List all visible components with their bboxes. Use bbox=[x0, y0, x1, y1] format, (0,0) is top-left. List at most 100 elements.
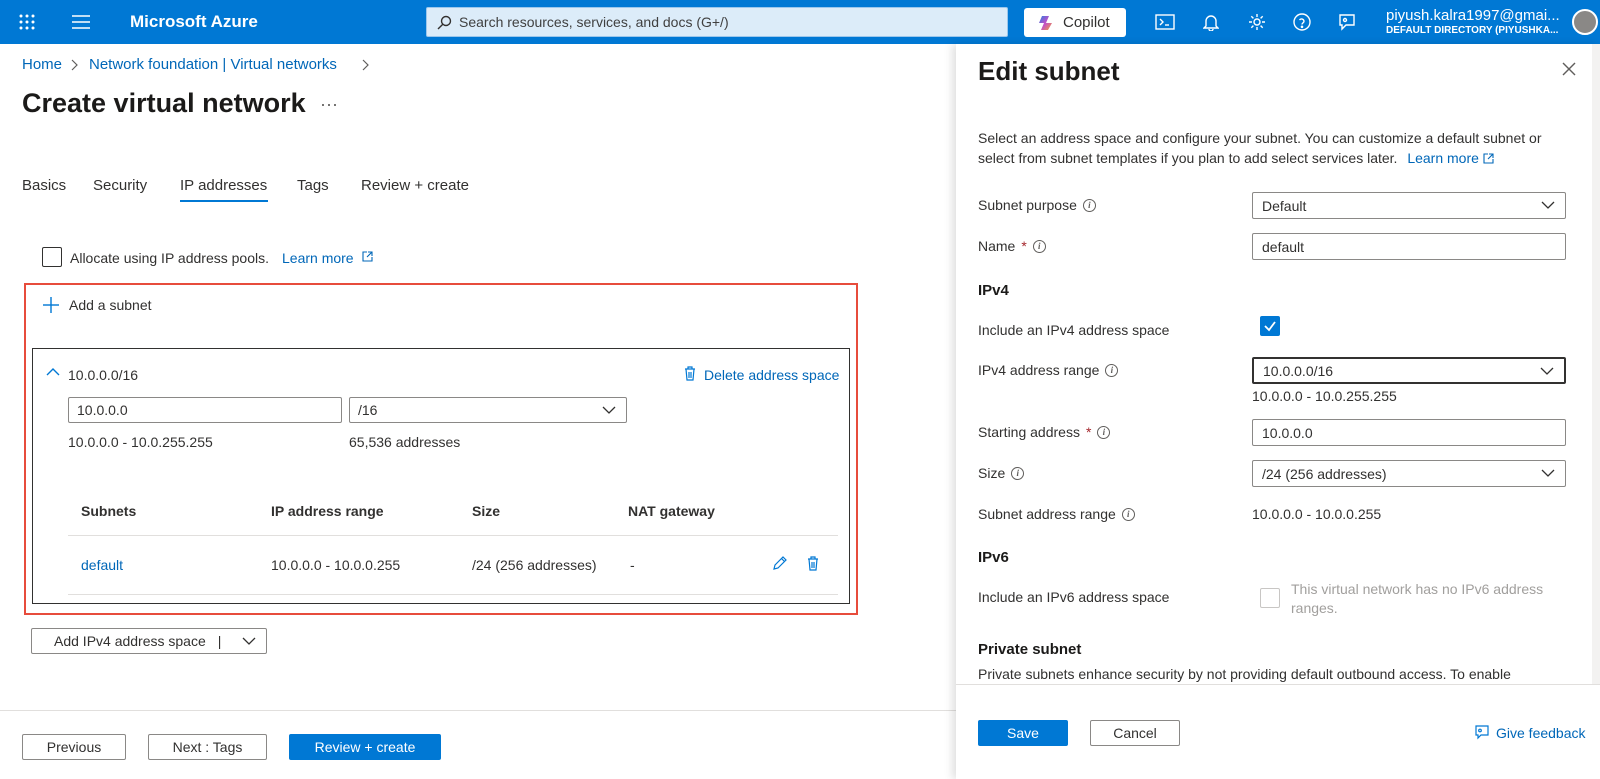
subnet-address-range-value: 10.0.0.0 - 10.0.0.255 bbox=[1252, 506, 1382, 522]
prefix-dropdown[interactable]: /16 bbox=[349, 397, 627, 423]
brand-title[interactable]: Microsoft Azure bbox=[130, 12, 258, 32]
app-launcher-icon[interactable] bbox=[14, 9, 40, 35]
notifications-bell-icon[interactable] bbox=[1198, 9, 1224, 35]
panel-learn-more-link[interactable]: Learn more bbox=[1407, 150, 1479, 166]
panel-description: Select an address space and configure yo… bbox=[978, 128, 1578, 168]
help-icon[interactable] bbox=[1289, 9, 1315, 35]
footer-divider bbox=[0, 710, 956, 711]
starting-address-label: Starting address * i bbox=[978, 424, 1111, 440]
subnet-name-link[interactable]: default bbox=[81, 557, 123, 573]
ip-pools-checkbox[interactable] bbox=[42, 247, 62, 267]
cancel-button[interactable]: Cancel bbox=[1090, 720, 1180, 746]
subnet-purpose-dropdown[interactable]: Default bbox=[1252, 192, 1566, 219]
add-subnet-button[interactable]: Add a subnet bbox=[69, 297, 152, 313]
trash-icon[interactable] bbox=[807, 556, 819, 571]
edit-subnet-panel: Edit subnet Select an address space and … bbox=[956, 44, 1600, 779]
external-link-icon bbox=[362, 251, 373, 262]
address-input[interactable]: 10.0.0.0 bbox=[68, 397, 342, 423]
address-space-cidr: 10.0.0.0/16 bbox=[68, 367, 139, 383]
ipv4-range-text: 10.0.0.0 - 10.0.255.255 bbox=[1252, 388, 1397, 404]
address-count-text: 65,536 addresses bbox=[349, 434, 461, 450]
split-separator: | bbox=[217, 633, 222, 649]
info-icon[interactable]: i bbox=[1082, 198, 1096, 212]
account-info[interactable]: piyush.kalra1997@gmai... DEFAULT DIRECTO… bbox=[1386, 7, 1562, 36]
chevron-up-icon[interactable] bbox=[46, 367, 60, 376]
user-email: piyush.kalra1997@gmai... bbox=[1386, 7, 1560, 24]
tab-basics[interactable]: Basics bbox=[22, 177, 66, 194]
ipv4-range-label: IPv4 address range i bbox=[978, 362, 1119, 378]
required-mark: * bbox=[1021, 238, 1027, 254]
info-icon[interactable]: i bbox=[1011, 466, 1025, 480]
trash-icon[interactable] bbox=[684, 366, 696, 381]
global-search[interactable] bbox=[426, 7, 1008, 37]
active-tab-indicator bbox=[180, 200, 268, 202]
info-icon[interactable]: i bbox=[1121, 507, 1135, 521]
chevron-down-icon bbox=[1541, 469, 1555, 477]
info-icon[interactable]: i bbox=[1097, 425, 1111, 439]
hamburger-menu-icon[interactable] bbox=[68, 9, 94, 35]
feedback-icon[interactable] bbox=[1334, 9, 1360, 35]
info-icon[interactable]: i bbox=[1032, 239, 1046, 253]
user-directory: DEFAULT DIRECTORY (PIYUSHKA... bbox=[1386, 25, 1559, 36]
subnet-nat-cell: - bbox=[630, 557, 635, 573]
delete-address-space-button[interactable]: Delete address space bbox=[704, 367, 839, 383]
chevron-right-icon bbox=[362, 58, 370, 72]
info-icon[interactable]: i bbox=[1105, 363, 1119, 377]
copilot-button[interactable]: Copilot bbox=[1024, 8, 1126, 37]
panel-scrollbar[interactable] bbox=[1592, 44, 1600, 684]
breadcrumb-home[interactable]: Home bbox=[22, 56, 62, 73]
prefix-dropdown-value: /16 bbox=[358, 402, 378, 418]
panel-footer-divider bbox=[956, 684, 1600, 685]
subnet-size-cell: /24 (256 addresses) bbox=[472, 557, 597, 573]
include-ipv6-label: Include an IPv6 address space bbox=[978, 589, 1170, 605]
more-options-button[interactable]: ··· bbox=[320, 94, 338, 115]
give-feedback-link[interactable]: Give feedback bbox=[1496, 725, 1586, 741]
tab-review-create[interactable]: Review + create bbox=[361, 177, 469, 194]
starting-address-text: Starting address bbox=[978, 424, 1080, 440]
feedback-icon bbox=[1474, 724, 1490, 740]
page-title: Create virtual network bbox=[22, 88, 306, 118]
panel-title: Edit subnet bbox=[978, 56, 1120, 86]
tab-tags[interactable]: Tags bbox=[297, 177, 329, 194]
settings-gear-icon[interactable] bbox=[1244, 9, 1270, 35]
tab-security[interactable]: Security bbox=[93, 177, 147, 194]
ipv6-heading: IPv6 bbox=[978, 549, 1009, 566]
size-value: /24 (256 addresses) bbox=[1262, 465, 1387, 482]
col-subnets: Subnets bbox=[81, 503, 137, 519]
plus-icon bbox=[42, 296, 60, 314]
pools-learn-more-link[interactable]: Learn more bbox=[282, 250, 354, 266]
previous-button[interactable]: Previous bbox=[22, 734, 126, 760]
subnet-purpose-text: Subnet purpose bbox=[978, 197, 1077, 213]
top-bar: Microsoft Azure Copilot piyush.kalra1997… bbox=[0, 0, 1600, 44]
include-ipv4-checkbox[interactable] bbox=[1260, 316, 1280, 336]
ipv4-range-dropdown[interactable]: 10.0.0.0/16 bbox=[1252, 357, 1566, 384]
subnet-range-cell: 10.0.0.0 - 10.0.0.255 bbox=[271, 557, 401, 573]
avatar[interactable] bbox=[1572, 9, 1598, 35]
copilot-label: Copilot bbox=[1063, 14, 1110, 31]
save-button[interactable]: Save bbox=[978, 720, 1068, 746]
cloud-shell-icon[interactable] bbox=[1152, 9, 1178, 35]
size-label-text: Size bbox=[978, 465, 1006, 481]
external-link-icon bbox=[1483, 153, 1494, 164]
chevron-down-icon[interactable] bbox=[242, 637, 256, 645]
copilot-icon bbox=[1038, 14, 1056, 32]
close-icon[interactable] bbox=[1562, 62, 1576, 76]
name-label-text: Name bbox=[978, 238, 1016, 254]
starting-address-input[interactable]: 10.0.0.0 bbox=[1252, 419, 1566, 446]
add-ipv4-address-space-button[interactable]: Add IPv4 address space | bbox=[31, 628, 267, 654]
private-subnet-description: Private subnets enhance security by not … bbox=[978, 666, 1511, 682]
edit-pencil-icon[interactable] bbox=[772, 556, 787, 571]
subnet-purpose-value: Default bbox=[1262, 197, 1307, 214]
size-dropdown[interactable]: /24 (256 addresses) bbox=[1252, 460, 1566, 487]
name-input[interactable]: default bbox=[1252, 233, 1566, 260]
tab-ip-addresses[interactable]: IP addresses bbox=[180, 177, 267, 194]
include-ipv6-checkbox[interactable] bbox=[1260, 588, 1280, 608]
next-tags-button[interactable]: Next : Tags bbox=[148, 734, 267, 760]
breadcrumb-parent[interactable]: Network foundation | Virtual networks bbox=[89, 56, 337, 73]
search-input[interactable] bbox=[459, 8, 999, 36]
subnet-address-range-text: Subnet address range bbox=[978, 506, 1116, 522]
required-mark: * bbox=[1085, 424, 1092, 440]
search-icon bbox=[437, 15, 452, 30]
table-divider bbox=[68, 535, 838, 536]
review-create-button[interactable]: Review + create bbox=[289, 734, 441, 760]
